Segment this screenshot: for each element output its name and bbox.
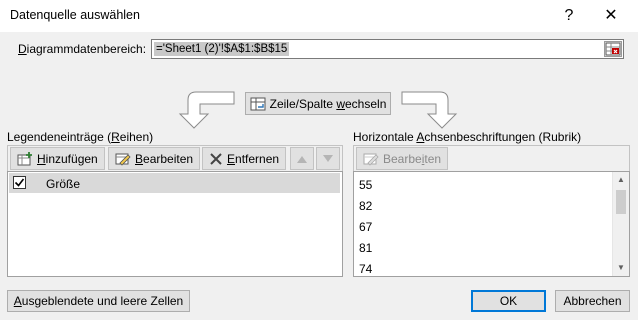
cancel-button[interactable]: Abbrechen xyxy=(555,290,630,312)
chart-data-range-value[interactable]: ='Sheet1 (2)'!$A$1:$B$15 xyxy=(154,42,290,56)
edit-series-icon xyxy=(115,153,131,166)
legend-entries-label: Legendeneinträge (Reihen) xyxy=(7,130,154,144)
list-item: 82 xyxy=(359,199,373,213)
remove-series-button[interactable]: Entfernen xyxy=(202,147,287,170)
scroll-up-icon[interactable]: ▲ xyxy=(613,172,629,188)
list-item: 81 xyxy=(359,241,373,255)
edit-axis-labels-label: Bearbeiten xyxy=(383,151,442,166)
arrow-left-down-icon xyxy=(178,91,235,129)
axis-labels-list[interactable]: 55 82 67 81 74 ▲ ▼ xyxy=(353,171,630,277)
move-down-icon xyxy=(323,154,333,162)
edit-series-label: Bearbeiten xyxy=(135,151,194,166)
series-name: Größe xyxy=(46,177,81,191)
move-down-button[interactable] xyxy=(316,147,340,170)
remove-series-label: Entfernen xyxy=(227,151,280,166)
list-item: 55 xyxy=(359,178,373,192)
arrow-right-down-icon xyxy=(401,91,458,129)
chart-data-range-label: Diagrammdatenbereich: xyxy=(18,42,147,56)
list-item[interactable]: Größe xyxy=(9,173,340,193)
switch-row-column-button[interactable]: Zeile/Spalte wechseln xyxy=(245,92,391,115)
help-button[interactable]: ? xyxy=(557,4,581,28)
move-up-button[interactable] xyxy=(290,147,314,170)
scroll-down-icon[interactable]: ▼ xyxy=(613,260,629,276)
close-button[interactable]: ✕ xyxy=(599,4,623,28)
dialog-title: Datenquelle auswählen xyxy=(10,8,140,22)
hidden-empty-cells-button[interactable]: Ausgeblendete und leere Zellen xyxy=(7,290,190,312)
remove-icon xyxy=(210,152,222,165)
add-series-label: Hinzufügen xyxy=(37,151,98,166)
range-picker-icon xyxy=(605,42,621,56)
vertical-scrollbar[interactable]: ▲ ▼ xyxy=(612,172,629,276)
list-item: 74 xyxy=(359,262,373,276)
axis-labels-label: Horizontale Achsenbeschriftungen (Rubrik… xyxy=(353,130,582,144)
add-series-button[interactable]: Hinzufügen xyxy=(10,147,105,170)
ok-button[interactable]: OK xyxy=(471,290,546,312)
switch-row-column-label: Zeile/Spalte wechseln xyxy=(269,96,387,111)
edit-axis-labels-button[interactable]: Bearbeiten xyxy=(356,147,449,170)
chart-data-range-input[interactable]: ='Sheet1 (2)'!$A$1:$B$15 xyxy=(151,39,624,59)
scroll-thumb[interactable] xyxy=(616,190,626,214)
edit-axis-icon xyxy=(363,153,379,166)
legend-entries-list[interactable]: Größe xyxy=(7,171,343,277)
checkmark-icon xyxy=(14,178,25,187)
range-picker-button[interactable] xyxy=(604,41,622,57)
hidden-empty-cells-label: Ausgeblendete und leere Zellen xyxy=(13,294,184,308)
edit-series-button[interactable]: Bearbeiten xyxy=(108,147,201,170)
add-series-icon xyxy=(17,151,32,165)
move-up-icon xyxy=(297,155,307,163)
series-checkbox[interactable] xyxy=(13,176,26,189)
switch-row-column-icon xyxy=(250,97,266,110)
list-item: 67 xyxy=(359,220,373,234)
